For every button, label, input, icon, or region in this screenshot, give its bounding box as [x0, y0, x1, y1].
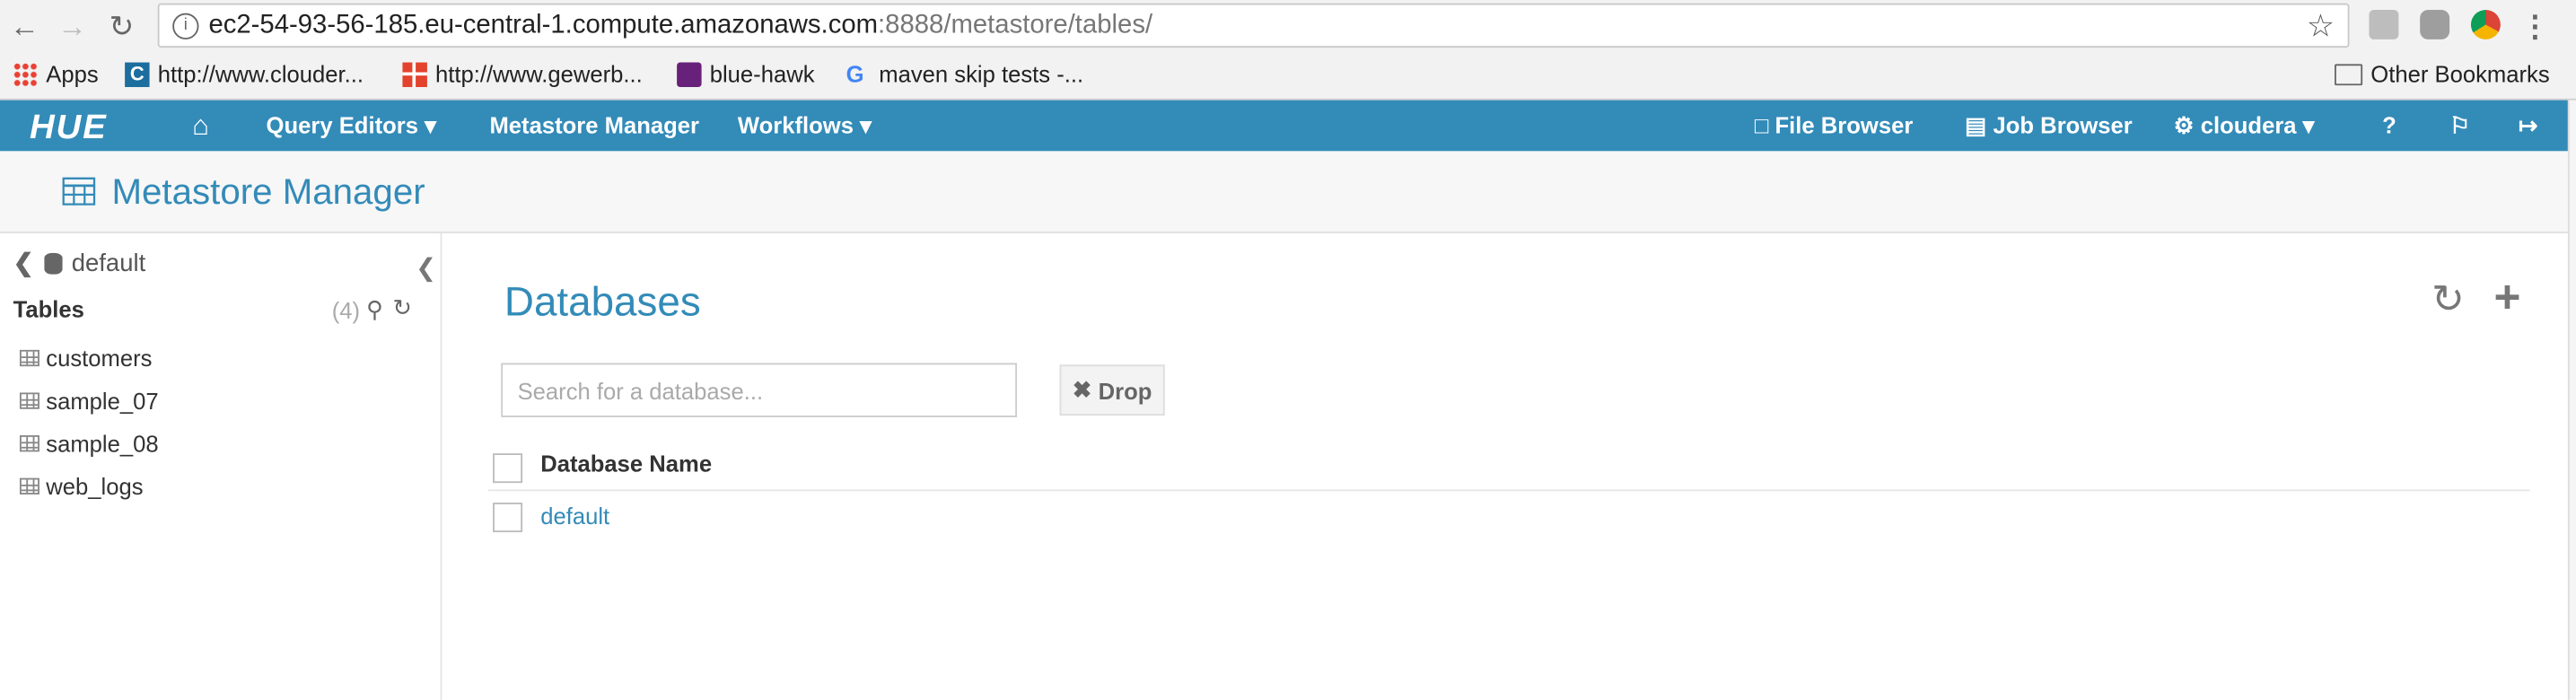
chevron-down-icon: ▾ [860, 111, 872, 138]
flag-icon[interactable]: ⚐ [2449, 101, 2470, 152]
other-bookmarks-label: Other Bookmarks [2370, 60, 2550, 88]
bookmark-maven[interactable]: G maven skip tests -... [846, 61, 1083, 87]
table-item[interactable]: sample_07 [19, 387, 159, 415]
table-item[interactable]: web_logs [19, 473, 144, 500]
bookmarks-bar: Apps C http://www.clouder... http://www.… [0, 54, 2576, 97]
close-icon: ✖ [1072, 376, 1092, 403]
user-menu[interactable]: ⚙ cloudera ▾ [2174, 101, 2315, 152]
column-header-database-name: Database Name [540, 450, 713, 477]
tables-label: Tables [13, 295, 84, 322]
table-icon [19, 477, 39, 494]
url-path: :8888/metastore/tables/ [878, 11, 1153, 39]
collapse-sidebar-icon[interactable]: ❮ [416, 253, 436, 283]
table-icon [19, 349, 39, 367]
refresh-icon[interactable]: ↻ [392, 294, 411, 322]
workflows-menu[interactable]: Workflows ▾ [738, 101, 872, 152]
gears-icon: ⚙ [2173, 111, 2195, 138]
url-host: ec2-54-93-56-185.eu-central-1.compute.am… [208, 11, 879, 39]
other-bookmarks[interactable]: Other Bookmarks [2334, 60, 2550, 88]
bookmark-label: maven skip tests -... [879, 60, 1084, 88]
bookmark-label: http://www.gewerb... [435, 60, 643, 88]
info-icon[interactable]: i [172, 13, 199, 39]
refresh-icon[interactable]: ↻ [2431, 276, 2465, 324]
databases-heading: Databases [504, 279, 701, 326]
logout-icon[interactable]: ↦ [2519, 101, 2537, 152]
folder-icon [2334, 63, 2363, 85]
database-search-input[interactable] [501, 363, 1018, 417]
apps-grid-icon [13, 61, 39, 87]
table-icon [19, 435, 39, 452]
list-icon: ▤ [1965, 111, 1987, 138]
table-item[interactable]: customers [19, 345, 153, 372]
bookmark-star-icon[interactable]: ☆ [2307, 8, 2335, 46]
table-name: sample_07 [46, 387, 159, 415]
chevron-down-icon: ▾ [2302, 111, 2315, 138]
table-name: web_logs [46, 473, 144, 500]
back-icon[interactable]: ← [8, 10, 41, 43]
url-text[interactable]: ec2-54-93-56-185.eu-central-1.compute.am… [208, 12, 1152, 41]
file-browser-label: File Browser [1774, 111, 1914, 138]
page-title: Metastore Manager [111, 171, 425, 213]
google-icon: G [846, 59, 864, 87]
workflows-label: Workflows [737, 111, 854, 138]
job-browser-link[interactable]: ▤ Job Browser [1965, 101, 2133, 152]
file-icon: □ [1754, 111, 1769, 138]
sidebar: ❮ default ❮ Tables (4) ⚲ ↻ customers sam… [0, 232, 442, 700]
table-icon [19, 392, 39, 409]
table-item[interactable]: sample_08 [19, 430, 159, 457]
bookmark-gewerbe[interactable]: http://www.gewerb... [402, 60, 643, 88]
query-editors-label: Query Editors [266, 111, 419, 138]
file-browser-link[interactable]: □ File Browser [1755, 101, 1913, 152]
job-browser-label: Job Browser [1993, 111, 2133, 138]
table-name: sample_08 [46, 430, 159, 457]
user-label: cloudera [2200, 111, 2297, 138]
chevron-left-icon[interactable]: ❮ [13, 248, 34, 277]
hue-navbar: HUE ⌂ Query Editors ▾ Metastore Manager … [0, 100, 2568, 152]
table-divider [487, 489, 2530, 492]
select-all-checkbox[interactable] [493, 453, 523, 484]
query-editors-menu[interactable]: Query Editors ▾ [267, 101, 436, 152]
bookmark-label: http://www.clouder... [157, 60, 364, 88]
home-icon[interactable]: ⌂ [192, 101, 209, 152]
database-icon [43, 251, 62, 274]
page-header: Metastore Manager [0, 151, 2568, 233]
table-grid-icon [62, 177, 96, 206]
extension-icon[interactable] [2369, 9, 2399, 39]
chrome-extension-icon[interactable] [2470, 9, 2501, 39]
extension-icon[interactable] [2420, 9, 2450, 39]
bookmark-label: Apps [46, 60, 99, 88]
chevron-down-icon: ▾ [425, 111, 436, 138]
gewerbe-icon [402, 61, 427, 87]
reload-icon[interactable]: ↻ [105, 10, 138, 43]
bookmark-cloudera[interactable]: C http://www.clouder... [125, 61, 364, 87]
cloudera-icon: C [125, 61, 150, 87]
tables-count: (4) [331, 297, 361, 324]
database-name: default [71, 249, 146, 277]
add-icon[interactable]: + [2494, 271, 2521, 324]
help-icon[interactable]: ? [2382, 101, 2396, 152]
bookmark-apps[interactable]: Apps [13, 61, 99, 87]
page-scrollbar[interactable] [2567, 100, 2576, 700]
hue-logo[interactable]: HUE [30, 109, 108, 148]
browser-chrome: ← → ↻ i ec2-54-93-56-185.eu-central-1.co… [0, 0, 2576, 101]
search-icon[interactable]: ⚲ [366, 295, 383, 323]
bookmark-blue-hawk[interactable]: blue-hawk [677, 60, 815, 88]
address-bar[interactable]: i ec2-54-93-56-185.eu-central-1.compute.… [157, 3, 2350, 48]
drop-button[interactable]: ✖ Drop [1059, 364, 1165, 416]
metastore-manager-link[interactable]: Metastore Manager [489, 101, 699, 152]
table-name: customers [46, 345, 153, 372]
drop-label: Drop [1098, 377, 1152, 404]
database-selector[interactable]: ❮ default [13, 248, 146, 277]
forward-icon[interactable]: → [56, 10, 89, 43]
row-checkbox[interactable] [493, 503, 523, 533]
database-link[interactable]: default [540, 503, 609, 529]
menu-kebab-icon[interactable]: ⋮ [2519, 10, 2552, 43]
visual-studio-icon [677, 61, 702, 87]
bookmark-label: blue-hawk [709, 60, 815, 88]
